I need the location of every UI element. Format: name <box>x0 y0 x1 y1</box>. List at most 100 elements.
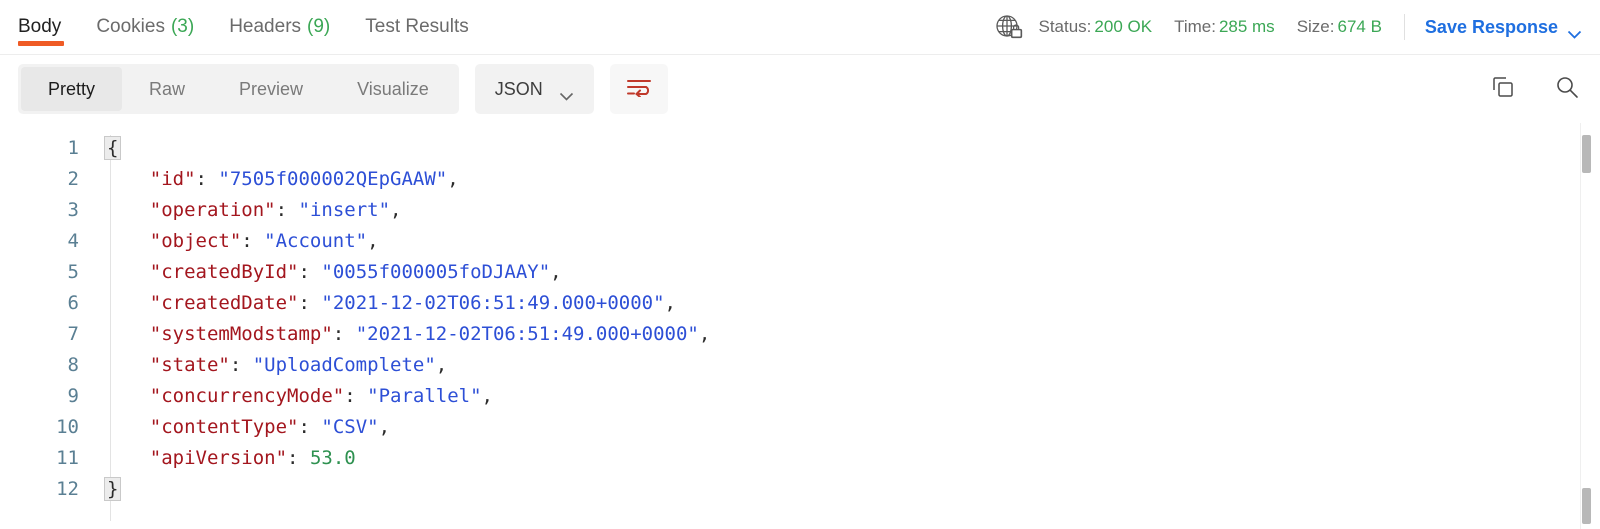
code-line-text: "state": "UploadComplete", <box>95 350 447 381</box>
json-punct <box>104 168 150 190</box>
scrollbar-marker[interactable] <box>1582 488 1591 524</box>
tab-test-results[interactable]: Test Results <box>365 0 485 54</box>
view-mode-raw[interactable]: Raw <box>122 67 212 111</box>
json-string: "UploadComplete" <box>252 354 436 376</box>
code-line: 1{ <box>0 133 1600 164</box>
json-punct: , <box>447 168 459 190</box>
json-punct: , <box>378 416 391 438</box>
line-number: 6 <box>67 292 79 314</box>
status-label: Status: <box>1038 17 1092 36</box>
code-line: 8 "state": "UploadComplete", <box>0 350 1600 381</box>
toolbar-right-actions <box>1488 55 1582 123</box>
json-punct <box>104 385 150 407</box>
scrollbar-thumb[interactable] <box>1582 135 1591 173</box>
json-string: "2021-12-02T06:51:49.000+0000" <box>321 292 665 314</box>
json-punct: : <box>344 385 368 407</box>
json-punct: , <box>481 385 493 407</box>
save-response-button[interactable]: Save Response <box>1425 17 1582 39</box>
json-brace-highlight: } <box>104 477 122 501</box>
json-string: "CSV" <box>321 416 379 438</box>
chevron-down-icon <box>559 85 574 101</box>
response-body-toolbar: Pretty Raw Preview Visualize JSON <box>0 55 1600 123</box>
size-value: 674 B <box>1337 17 1382 36</box>
response-tab-list: Body Cookies (3) Headers (9) Test Result… <box>0 0 504 54</box>
json-string: "Parallel" <box>367 385 482 407</box>
json-punct: : <box>298 261 322 283</box>
word-wrap-icon <box>626 77 652 102</box>
tab-cookies[interactable]: Cookies (3) <box>96 0 211 54</box>
tab-cookies-label: Cookies <box>96 16 165 37</box>
time-meta: Time: 285 ms <box>1174 17 1275 37</box>
code-line-text: { <box>95 133 122 164</box>
json-key: "systemModstamp" <box>149 323 333 345</box>
json-key: "apiVersion" <box>149 447 288 469</box>
json-punct: : <box>298 292 322 314</box>
code-line-text: "operation": "insert", <box>95 195 402 226</box>
view-mode-preview[interactable]: Preview <box>212 67 330 111</box>
json-string: "insert" <box>298 199 391 221</box>
format-select[interactable]: JSON <box>474 64 594 114</box>
code-line-text: } <box>95 474 122 505</box>
code-line-text: "systemModstamp": "2021-12-02T06:51:49.0… <box>95 319 711 350</box>
code-line: 11 "apiVersion": 53.0 <box>0 443 1600 474</box>
tab-body[interactable]: Body <box>18 0 78 54</box>
line-number: 8 <box>67 354 79 376</box>
json-punct: : <box>229 354 253 376</box>
json-punct <box>104 230 150 252</box>
json-punct: : <box>241 230 265 252</box>
code-line-text: "concurrencyMode": "Parallel", <box>95 381 493 412</box>
json-key: "id" <box>149 168 196 190</box>
json-brace-highlight: { <box>104 136 122 160</box>
size-meta: Size: 674 B <box>1297 17 1382 37</box>
line-number: 7 <box>67 323 79 345</box>
search-button[interactable] <box>1552 74 1582 104</box>
format-select-value: JSON <box>494 78 543 99</box>
code-line: 3 "operation": "insert", <box>0 195 1600 226</box>
json-punct <box>104 323 150 345</box>
json-punct: : <box>195 168 219 190</box>
vertical-scrollbar[interactable] <box>1580 123 1594 529</box>
code-line-text: "contentType": "CSV", <box>95 412 390 443</box>
json-punct: : <box>332 323 356 345</box>
word-wrap-button[interactable] <box>609 64 668 114</box>
line-number: 2 <box>67 168 79 190</box>
json-key: "createdDate" <box>149 292 299 314</box>
json-key: "object" <box>149 230 242 252</box>
json-punct: , <box>435 354 448 376</box>
json-punct: : <box>287 447 310 469</box>
line-number: 9 <box>67 385 79 407</box>
response-body-viewer[interactable]: 1{2 "id": "7505f000002QEpGAAW", 3 "operat… <box>0 123 1600 529</box>
time-value: 285 ms <box>1218 17 1275 36</box>
response-meta: Status: 200 OK Time: 285 ms Size: 674 B Sav… <box>992 0 1582 54</box>
json-punct: , <box>367 230 379 252</box>
line-number: 3 <box>67 199 79 221</box>
meta-divider <box>1403 14 1405 40</box>
code-line-text: "createdById": "0055f000005foDJAAY", <box>95 257 562 288</box>
line-number: 5 <box>67 261 79 283</box>
view-mode-group: Pretty Raw Preview Visualize <box>18 64 459 114</box>
code-line-text: "object": "Account", <box>95 226 379 257</box>
copy-button[interactable] <box>1488 74 1518 104</box>
json-string: "2021-12-02T06:51:49.000+0000" <box>355 323 699 345</box>
copy-icon <box>1490 74 1516 105</box>
json-punct <box>104 292 150 314</box>
line-number: 4 <box>67 230 79 252</box>
view-mode-pretty[interactable]: Pretty <box>21 67 123 111</box>
tab-headers[interactable]: Headers (9) <box>229 0 347 54</box>
time-label: Time: <box>1174 17 1216 36</box>
response-tabs-bar: Body Cookies (3) Headers (9) Test Result… <box>0 0 1600 55</box>
code-line-text: "id": "7505f000002QEpGAAW", <box>95 164 459 195</box>
view-mode-visualize[interactable]: Visualize <box>330 67 456 111</box>
search-icon <box>1554 74 1580 105</box>
tab-test-results-label: Test Results <box>365 16 469 37</box>
json-punct: : <box>298 416 322 438</box>
code-line: 2 "id": "7505f000002QEpGAAW", <box>0 164 1600 195</box>
json-punct <box>104 447 150 469</box>
json-key: "concurrencyMode" <box>149 385 345 407</box>
json-punct: , <box>550 261 562 283</box>
globe-lock-icon <box>992 10 1026 44</box>
json-key: "operation" <box>149 199 276 221</box>
code-line: 6 "createdDate": "2021-12-02T06:51:49.00… <box>0 288 1600 319</box>
active-tab-indicator <box>18 41 64 46</box>
json-key: "contentType" <box>149 416 299 438</box>
